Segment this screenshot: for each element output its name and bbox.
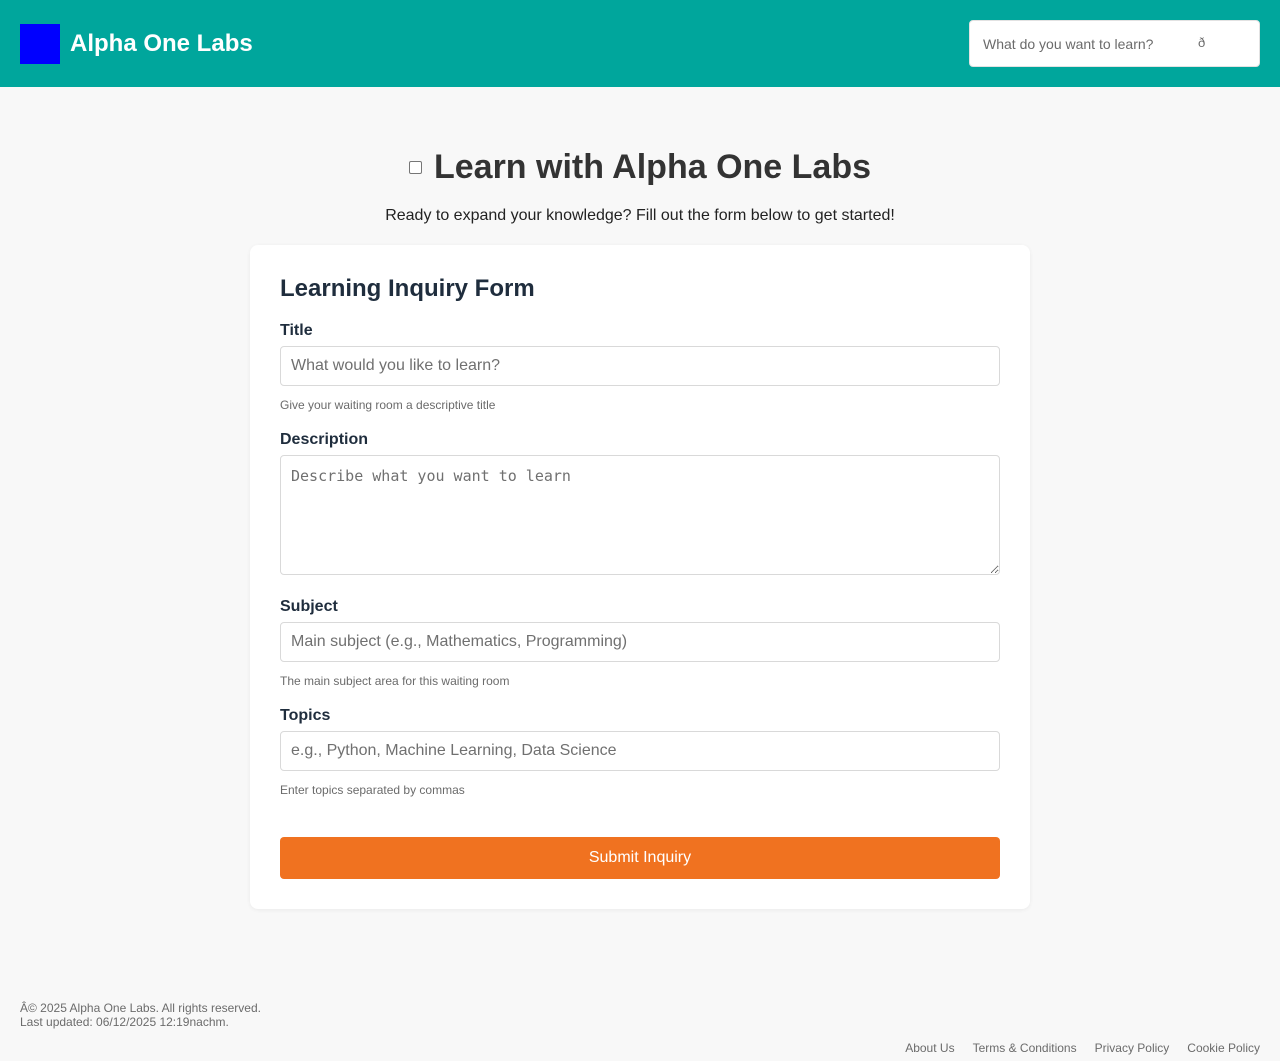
footer-link-privacy[interactable]: Privacy Policy [1095, 1040, 1170, 1056]
inquiry-form-card: Learning Inquiry Form Title Give your wa… [250, 245, 1030, 909]
brand-name[interactable]: Alpha One Labs [70, 28, 253, 60]
topics-help-text: Enter topics separated by commas [280, 783, 465, 797]
page-title-text: Learn with Alpha One Labs [433, 148, 872, 186]
page-title: Learn with Alpha One Labs [0, 146, 1280, 188]
checkbox-icon [408, 160, 422, 174]
copyright-text: Â© 2025 Alpha One Labs. All rights reser… [20, 1001, 261, 1015]
footer-link-about-us[interactable]: About Us [905, 1040, 954, 1056]
page-subtitle: Ready to expand your knowledge? Fill out… [385, 207, 895, 224]
subject-help-text: The main subject area for this waiting r… [280, 674, 510, 688]
description-textarea[interactable] [280, 455, 1000, 575]
top-header: Alpha One Labs ð [0, 0, 1280, 87]
footer-copyright: Â© 2025 Alpha One Labs. All rights reser… [20, 1001, 261, 1029]
subject-input[interactable] [280, 622, 1000, 662]
title-label: Title [280, 322, 313, 339]
footer-link-cookie[interactable]: Cookie Policy [1187, 1040, 1260, 1056]
topics-label: Topics [280, 707, 331, 724]
submit-inquiry-button[interactable]: Submit Inquiry [280, 837, 1000, 879]
search-input[interactable] [970, 21, 1190, 66]
title-help-text: Give your waiting room a descriptive tit… [280, 398, 496, 412]
search-box: ð [969, 20, 1260, 67]
search-icon[interactable]: ð [1198, 35, 1205, 51]
topics-input[interactable] [280, 731, 1000, 771]
title-input[interactable] [280, 346, 1000, 386]
description-label: Description [280, 431, 369, 448]
last-updated-text: Last updated: 06/12/2025 12:19nachm. [20, 1015, 229, 1029]
footer-link-terms[interactable]: Terms & Conditions [973, 1040, 1077, 1056]
logo[interactable] [20, 24, 60, 64]
subject-label: Subject [280, 598, 338, 615]
form-heading: Learning Inquiry Form [280, 275, 535, 302]
footer-links: About Us Terms & Conditions Privacy Poli… [905, 1040, 1260, 1056]
